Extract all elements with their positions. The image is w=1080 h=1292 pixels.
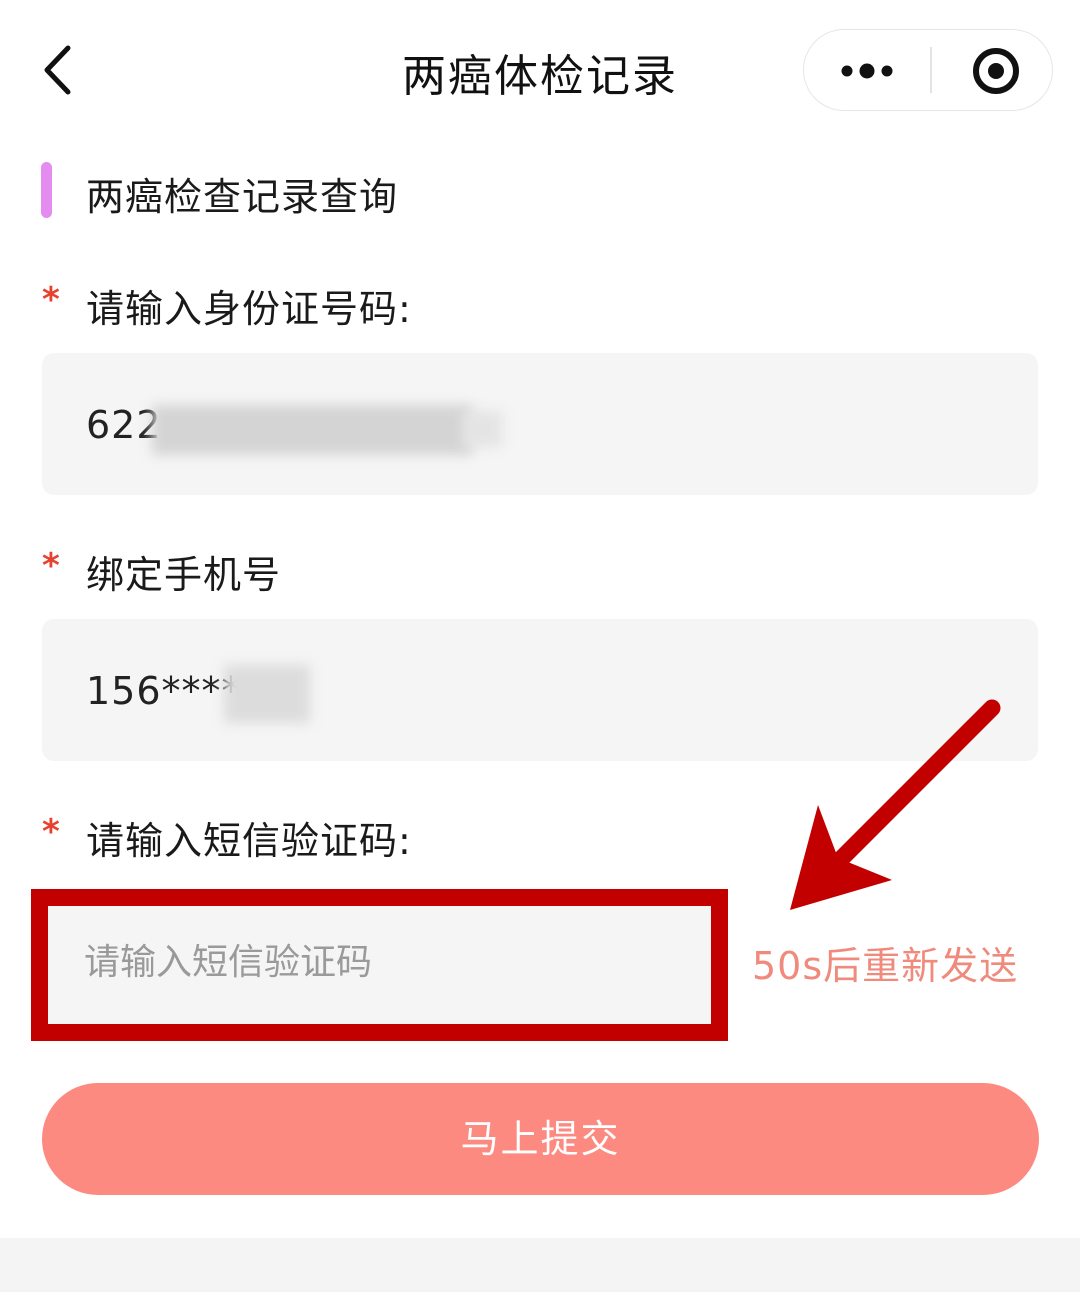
submit-button[interactable]: 马上提交: [42, 1083, 1039, 1195]
id-number-value: 622: [86, 403, 162, 447]
phone-value: 156****: [86, 669, 242, 713]
id-number-label: 请输入身份证号码:: [86, 287, 412, 331]
sms-code-field[interactable]: [42, 900, 714, 1028]
required-mark: *: [42, 546, 60, 586]
phone-field[interactable]: 156****: [42, 619, 1038, 761]
sms-code-label: 请输入短信验证码:: [86, 819, 412, 863]
target-circle-icon: [973, 48, 1019, 94]
id-number-field[interactable]: 622: [42, 353, 1038, 495]
redaction-mosaic: [224, 665, 310, 723]
bottom-background-strip: [0, 1238, 1080, 1292]
section-accent-bar: [41, 162, 52, 218]
required-mark: *: [42, 812, 60, 852]
sms-code-input[interactable]: [84, 935, 684, 989]
phone-label: 绑定手机号: [86, 553, 282, 597]
required-mark: *: [42, 280, 60, 320]
more-dots-icon: [841, 63, 893, 79]
nav-bar: 两癌体检记录: [0, 0, 1080, 142]
more-button[interactable]: [804, 30, 929, 112]
resend-code-button[interactable]: 50s后重新发送: [752, 935, 1018, 990]
page: 两癌体检记录 两癌检查记录查询 * 请输入身份证号码: 622 * 绑定手机号 …: [0, 0, 1080, 1292]
close-mini-program-button[interactable]: [932, 30, 1054, 112]
section-title: 两癌检查记录查询: [86, 175, 399, 219]
mini-program-capsule: [803, 29, 1053, 111]
redaction-mosaic: [152, 405, 472, 455]
redaction-mosaic: [462, 411, 502, 447]
